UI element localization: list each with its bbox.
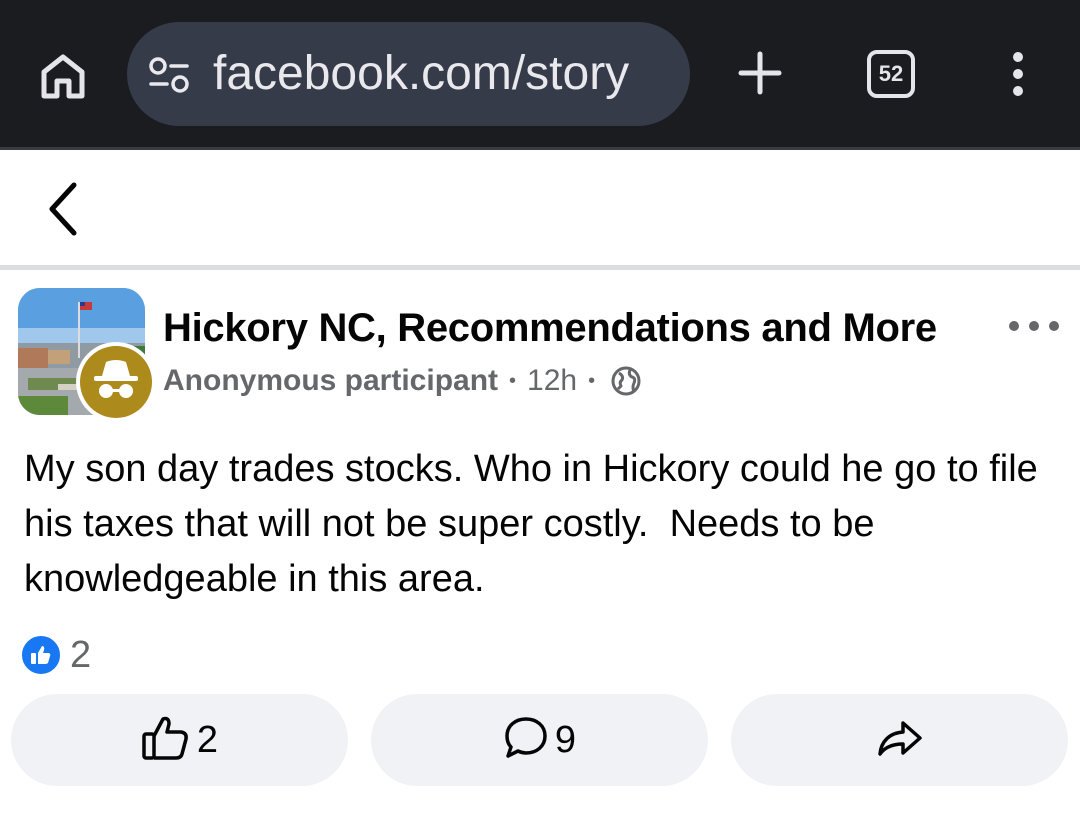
like-count: 2 (196, 718, 219, 761)
group-name[interactable]: Hickory NC, Recommendations and More (163, 306, 937, 351)
site-settings-icon[interactable] (147, 55, 191, 95)
author-name: Anonymous participant (163, 364, 499, 397)
plus-icon[interactable] (735, 48, 785, 98)
browser-toolbar: facebook.com/story 52 (0, 0, 1080, 147)
chevron-left-icon[interactable] (40, 180, 86, 238)
post-time[interactable]: 12h (527, 364, 577, 398)
share-button[interactable] (731, 694, 1068, 786)
comment-button[interactable]: 9 (371, 694, 708, 786)
post-text: My son day trades stocks. Who in Hickory… (24, 448, 1049, 600)
post-meta: Anonymous participant • 12h • (163, 362, 642, 400)
reaction-summary[interactable]: 2 (20, 634, 91, 676)
meta-separator: • (588, 369, 596, 392)
header-divider (0, 265, 1080, 270)
share-arrow-icon (876, 718, 924, 763)
thumbs-up-icon (141, 714, 191, 767)
globe-icon (610, 365, 642, 397)
more-horizontal-icon[interactable] (1006, 314, 1062, 338)
page-header (0, 150, 1080, 266)
tabs-icon[interactable]: 52 (867, 50, 915, 98)
anonymous-avatar (76, 342, 156, 422)
like-button[interactable]: 2 (11, 694, 348, 786)
reaction-count: 2 (70, 633, 92, 676)
more-vertical-icon[interactable] (1003, 50, 1033, 98)
like-reaction-icon (20, 634, 62, 676)
home-icon[interactable] (38, 52, 88, 100)
incognito-icon (80, 346, 152, 418)
comment-count: 9 (554, 718, 577, 761)
url-text[interactable]: facebook.com/story (213, 44, 683, 104)
meta-separator: • (509, 369, 517, 392)
comment-icon (503, 715, 549, 766)
address-bar[interactable]: facebook.com/story (127, 22, 690, 126)
